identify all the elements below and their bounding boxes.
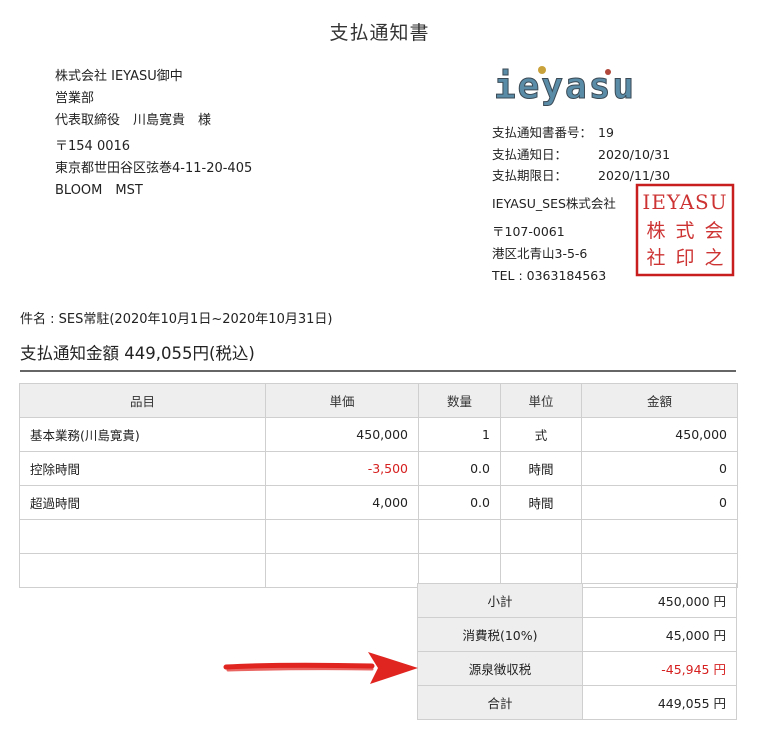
svg-text:之: 之 <box>704 247 723 269</box>
svg-text:印: 印 <box>675 247 694 269</box>
grand-total-value: 449,055 円 <box>582 685 737 720</box>
svg-text:会: 会 <box>704 220 723 242</box>
due-date-label: 支払期限日： <box>492 168 568 183</box>
issuer-postal-code: 〒107-0061 <box>492 224 565 239</box>
subtotal-label: 小計 <box>417 583 583 618</box>
svg-text:社: 社 <box>646 247 665 269</box>
svg-text:株: 株 <box>646 220 665 242</box>
table-row-empty <box>19 519 738 554</box>
grand-total-label: 合計 <box>417 685 583 720</box>
column-header-amount: 金額 <box>581 383 738 418</box>
summary-table: 小計 450,000 円 消費税(10%) 45,000 円 源泉徴収税 -45… <box>417 583 737 720</box>
payment-total-heading: 支払通知金額 449,055円(税込) <box>20 340 736 372</box>
company-seal-stamp: IEYASU 株 式 会 社 印 之 <box>635 183 735 277</box>
column-header-unit: 単位 <box>500 383 582 418</box>
recipient-block: 株式会社 IEYASU御中 営業部 代表取締役 川島寛貴 様 〒154 0016… <box>55 66 252 202</box>
withholding-tax-value: -45,945 円 <box>582 651 737 686</box>
line-items-table: 品目 単価 数量 単位 金額 基本業務(川島寛貴) 450,000 1 式 45… <box>19 383 738 588</box>
unit-price: 450,000 <box>265 417 419 452</box>
issuer-block: IEYASU_SES株式会社 〒107-0061 港区北青山3-5-6 TEL … <box>492 193 616 287</box>
unit: 時間 <box>500 485 582 520</box>
unit-price: -3,500 <box>265 451 419 486</box>
company-logo: ieyasu <box>494 66 636 108</box>
table-row: 基本業務(川島寛貴) 450,000 1 式 450,000 <box>19 417 738 452</box>
grand-total-row: 合計 449,055 円 <box>417 685 737 720</box>
quantity: 0.0 <box>418 451 501 486</box>
issuer-tel: TEL : 0363184563 <box>492 268 607 283</box>
unit: 式 <box>500 417 582 452</box>
issuer-name: IEYASU_SES株式会社 <box>492 196 616 211</box>
unit-price: 4,000 <box>265 485 419 520</box>
item-name: 基本業務(川島寛貴) <box>19 417 266 452</box>
notice-number-label: 支払通知書番号： <box>492 125 593 140</box>
table-row: 控除時間 -3,500 0.0 時間 0 <box>19 451 738 486</box>
document-title: 支払通知書 <box>329 22 430 44</box>
item-name: 控除時間 <box>19 451 266 486</box>
quantity: 1 <box>418 417 501 452</box>
recipient-department: 営業部 <box>55 91 95 106</box>
tax-label: 消費税(10%) <box>417 617 583 652</box>
amount: 0 <box>581 451 738 486</box>
column-header-unit-price: 単価 <box>265 383 419 418</box>
logo-text: ieyasu <box>494 66 636 107</box>
column-header-item: 品目 <box>19 383 266 418</box>
recipient-building: BLOOM MST <box>55 183 143 198</box>
recipient-person: 代表取締役 川島寛貴 様 <box>55 113 212 128</box>
unit: 時間 <box>500 451 582 486</box>
svg-text:式: 式 <box>675 220 694 242</box>
quantity: 0.0 <box>418 485 501 520</box>
subtotal-row: 小計 450,000 円 <box>417 583 737 618</box>
svg-text:IEYASU: IEYASU <box>642 190 727 214</box>
red-arrow-annotation <box>223 652 418 684</box>
issuer-address: 港区北青山3-5-6 <box>492 246 588 261</box>
recipient-postal-code: 〒154 0016 <box>55 139 131 154</box>
subject-line: 件名 : SES常駐(2020年10月1日~2020年10月31日) <box>20 312 333 327</box>
notice-date-value: 2020/10/31 <box>598 146 671 162</box>
recipient-company: 株式会社 IEYASU御中 <box>55 69 183 84</box>
notice-number-value: 19 <box>598 125 614 140</box>
recipient-address: 東京都世田谷区弦巻4-11-20-405 <box>55 161 253 176</box>
tax-row: 消費税(10%) 45,000 円 <box>417 617 737 652</box>
notice-date-label: 支払通知日： <box>492 146 568 162</box>
subtotal-value: 450,000 円 <box>582 583 737 618</box>
amount: 450,000 <box>581 417 738 452</box>
withholding-tax-label: 源泉徴収税 <box>417 651 583 686</box>
amount: 0 <box>581 485 738 520</box>
table-row: 超過時間 4,000 0.0 時間 0 <box>19 485 738 520</box>
column-header-quantity: 数量 <box>418 383 501 418</box>
table-header-row: 品目 単価 数量 単位 金額 <box>19 383 738 418</box>
notice-info: 支払通知書番号： 19 支払通知日： 2020/10/31 支払期限日： 202… <box>492 122 670 187</box>
item-name: 超過時間 <box>19 485 266 520</box>
tax-value: 45,000 円 <box>582 617 737 652</box>
withholding-tax-row: 源泉徴収税 -45,945 円 <box>417 651 737 686</box>
